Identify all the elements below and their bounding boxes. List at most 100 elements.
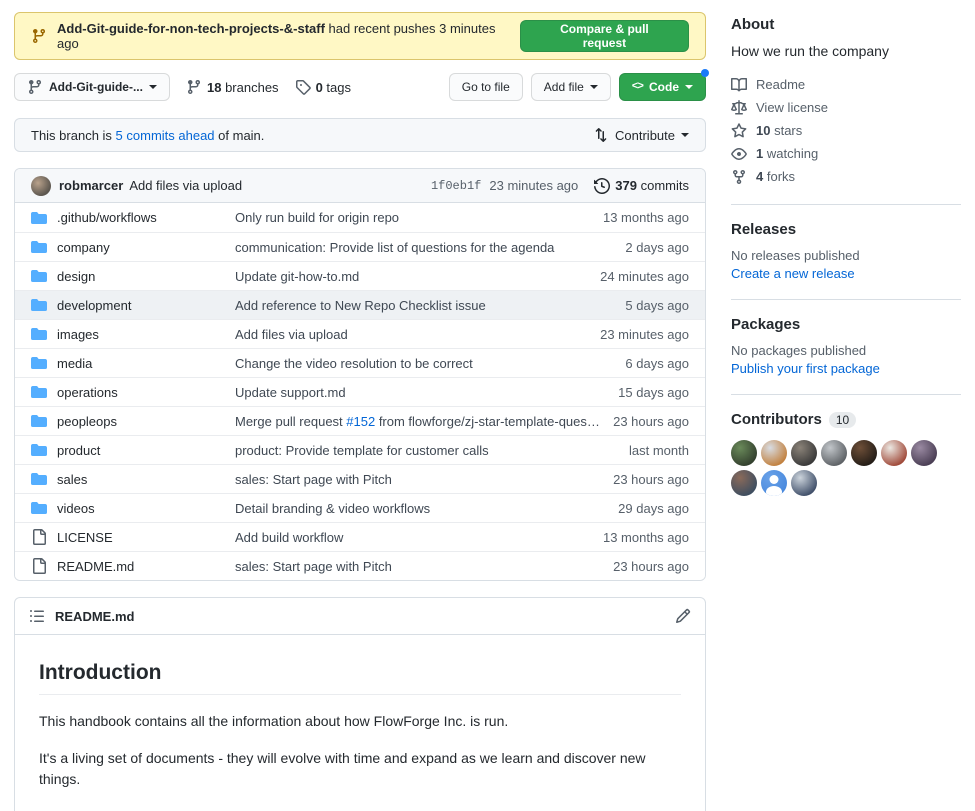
eye-icon [731,146,747,162]
stars-link[interactable]: 10 stars [731,119,961,142]
readme-filename: README.md [55,609,134,624]
branch-status-bar: This branch is 5 commits ahead of main. … [14,118,706,152]
row-commit-time: 13 months ago [603,530,689,545]
file-name-link[interactable]: videos [57,501,235,516]
create-release-link[interactable]: Create a new release [731,266,855,281]
commits-ahead-link[interactable]: 5 commits ahead [116,128,215,143]
compare-pull-request-button[interactable]: Compare & pull request [520,20,689,52]
file-name-link[interactable]: README.md [57,559,235,574]
commit-sha-link[interactable]: 1f0eb1f [431,179,481,193]
contributor-avatar[interactable] [761,440,787,466]
readme-header: README.md [15,598,705,635]
file-name-link[interactable]: .github/workflows [57,210,235,225]
branch-selector-label: Add-Git-guide-... [49,80,143,94]
file-row: imagesAdd files via upload23 minutes ago [15,319,705,348]
commit-author-avatar[interactable] [31,176,51,196]
commit-author-link[interactable]: robmarcer [59,178,123,193]
releases-empty-text: No releases published [731,248,961,263]
forks-count: 4 [756,169,763,184]
contributor-avatar[interactable] [791,470,817,496]
view-license-link[interactable]: View license [731,96,961,119]
file-name-link[interactable]: sales [57,472,235,487]
row-commit-message-link[interactable]: Merge pull request #152 from flowforge/z… [235,414,613,429]
add-file-label: Add file [544,80,584,94]
add-file-button[interactable]: Add file [531,73,611,101]
contributors-section: Contributors 10 [731,394,961,512]
code-icon: <> [632,81,643,93]
issue-number-link[interactable]: #152 [346,414,375,429]
file-name-link[interactable]: peopleops [57,414,235,429]
github-repo-page: Add-Git-guide-for-non-tech-projects-&-st… [0,0,975,811]
tags-label: tags [326,80,351,95]
file-row: .github/workflowsOnly run build for orig… [15,203,705,232]
forks-link[interactable]: 4 forks [731,165,961,188]
publish-package-link[interactable]: Publish your first package [731,361,880,376]
row-commit-message-link[interactable]: Detail branding & video workflows [235,501,618,516]
commit-history-link[interactable]: 379 commits [594,178,689,194]
contributor-avatar[interactable] [821,440,847,466]
file-name-link[interactable]: media [57,356,235,371]
file-name-link[interactable]: images [57,327,235,342]
file-name-link[interactable]: company [57,240,235,255]
row-commit-message-link[interactable]: Add files via upload [235,327,600,342]
row-commit-message-link[interactable]: Update git-how-to.md [235,269,600,284]
row-commit-message-link[interactable]: sales: Start page with Pitch [235,559,613,574]
readme-link[interactable]: Readme [731,73,961,96]
star-icon [731,123,747,139]
row-commit-message-link[interactable]: product: Provide template for customer c… [235,443,629,458]
git-branch-icon [27,79,43,95]
row-commit-message-link[interactable]: Only run build for origin repo [235,210,603,225]
contribute-button[interactable]: Contribute [593,127,689,143]
commits-count: 379 [615,178,637,193]
row-commit-message-link[interactable]: Change the video resolution to be correc… [235,356,625,371]
file-name-link[interactable]: product [57,443,235,458]
git-branch-icon [186,79,202,95]
branches-link[interactable]: 18 branches [186,79,279,95]
row-commit-message-link[interactable]: Update support.md [235,385,618,400]
row-commit-time: 29 days ago [618,501,689,516]
chevron-down-icon [149,85,157,89]
row-commit-message-link[interactable]: Add build workflow [235,530,603,545]
code-button[interactable]: <> Code [619,73,706,101]
contributor-avatar[interactable] [791,440,817,466]
file-name-link[interactable]: LICENSE [57,530,235,545]
edit-pencil-icon[interactable] [675,608,691,624]
contributor-avatar[interactable] [881,440,907,466]
file-row: README.mdsales: Start page with Pitch23 … [15,551,705,580]
commit-message-link[interactable]: Add files via upload [129,178,242,193]
row-commit-message-link[interactable]: Add reference to New Repo Checklist issu… [235,298,625,313]
row-commit-time: 5 days ago [625,298,689,313]
contributor-avatar[interactable] [731,440,757,466]
contributor-avatar[interactable] [851,440,877,466]
forks-label: forks [767,169,795,184]
list-unordered-icon[interactable] [29,608,45,624]
law-scales-icon [731,100,747,116]
chevron-down-icon [590,85,598,89]
contribute-label: Contribute [615,128,675,143]
readme-heading: Introduction [39,661,681,695]
row-commit-message-link[interactable]: communication: Provide list of questions… [235,240,625,255]
file-name-link[interactable]: development [57,298,235,313]
contributors-title: Contributors 10 [731,411,961,428]
stars-count: 10 [756,123,770,138]
commits-label: commits [641,178,689,193]
row-commit-time: last month [629,443,689,458]
tags-link[interactable]: 0 tags [295,79,351,95]
contributor-avatar[interactable] [761,470,787,496]
latest-commit-bar: robmarcer Add files via upload 1f0eb1f 2… [15,169,705,203]
file-name-link[interactable]: design [57,269,235,284]
file-name-link[interactable]: operations [57,385,235,400]
branch-selector-button[interactable]: Add-Git-guide-... [14,73,170,101]
row-commit-message-link[interactable]: sales: Start page with Pitch [235,472,613,487]
go-to-file-button[interactable]: Go to file [449,73,523,101]
file-row: LICENSEAdd build workflow13 months ago [15,522,705,551]
folder-icon [31,355,47,371]
history-clock-icon [594,178,610,194]
watching-link[interactable]: 1 watching [731,142,961,165]
folder-icon [31,326,47,342]
readme-label: Readme [756,77,805,92]
contributor-avatar[interactable] [731,470,757,496]
file-row: peopleopsMerge pull request #152 from fl… [15,406,705,435]
repo-sidebar: About How we run the company Readme View… [731,0,961,512]
contributor-avatar[interactable] [911,440,937,466]
